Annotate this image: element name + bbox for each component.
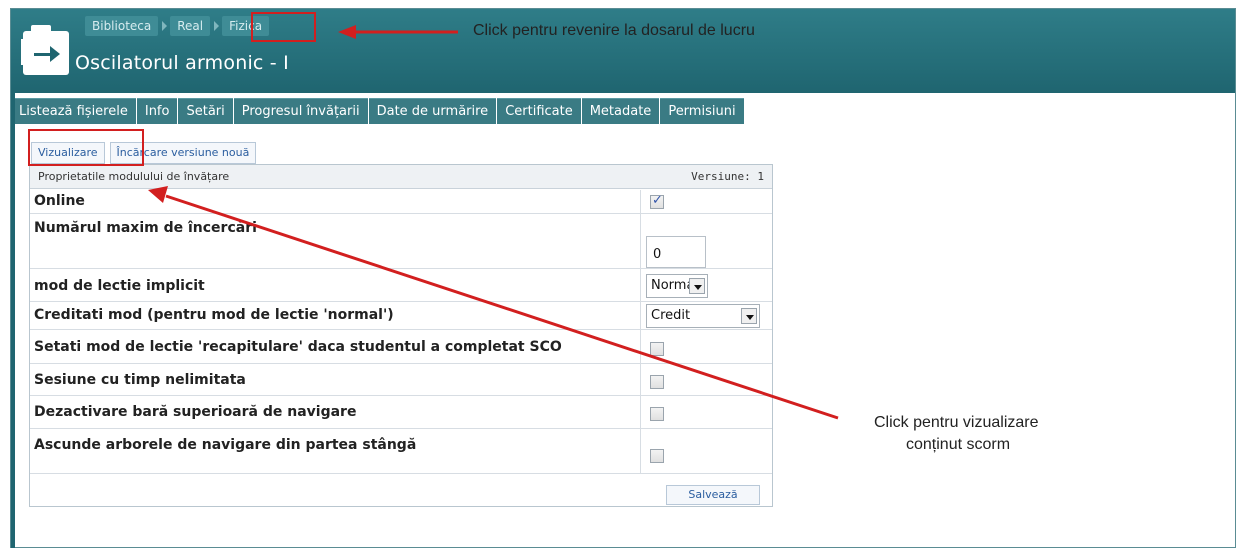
breadcrumb-item-biblioteca[interactable]: Biblioteca	[85, 16, 159, 36]
tab-permissions[interactable]: Permisiuni	[660, 98, 744, 124]
page-title: Oscilatorul armonic - I	[75, 52, 289, 74]
properties-panel: Proprietatile modulului de învățare Vers…	[29, 164, 773, 507]
row-divider	[640, 330, 641, 364]
row-label: Ascunde arborele de navigare din partea …	[34, 437, 417, 453]
row-default-lesson-mode: mod de lectie implicit Normal	[30, 269, 772, 302]
breadcrumb-highlight-box	[251, 12, 316, 42]
row-label: Sesiune cu timp nelimitata	[34, 372, 246, 388]
tab-settings[interactable]: Setări	[178, 98, 233, 124]
row-max-attempts: Numărul maxim de încercări 0	[30, 214, 772, 269]
tab-tracking-data[interactable]: Date de urmărire	[368, 98, 497, 124]
row-label: Dezactivare bară superioară de navigare	[34, 404, 357, 420]
panel-title: Proprietatile modulului de învățare	[38, 170, 230, 183]
breadcrumb-annotation: Click pentru revenire la dosarul de lucr…	[473, 22, 755, 39]
breadcrumb-item-real[interactable]: Real	[170, 16, 211, 36]
row-review-mode: Setati mod de lectie 'recapitulare' daca…	[30, 330, 772, 364]
hide-nav-tree-checkbox[interactable]	[650, 449, 664, 463]
row-disable-top-nav: Dezactivare bară superioară de navigare	[30, 396, 772, 429]
chevron-down-icon[interactable]	[689, 278, 705, 294]
breadcrumb-separator-icon	[158, 16, 170, 36]
max-attempts-input[interactable]: 0	[646, 236, 706, 268]
online-checkbox[interactable]	[650, 193, 664, 209]
folder-back-icon[interactable]	[21, 23, 71, 77]
panel-header: Proprietatile modulului de învățare Vers…	[30, 165, 772, 189]
row-online: Online	[30, 190, 772, 214]
breadcrumb-separator-icon	[210, 16, 222, 36]
credit-mode-value: Credit	[651, 308, 691, 323]
unlimited-session-checkbox[interactable]	[650, 375, 664, 389]
row-divider	[640, 396, 641, 429]
tab-info[interactable]: Info	[136, 98, 178, 124]
tab-metadata[interactable]: Metadate	[581, 98, 660, 124]
row-label: Creditati mod (pentru mod de lectie 'nor…	[34, 307, 394, 323]
tab-certificates[interactable]: Certificate	[497, 98, 581, 124]
breadcrumb: Biblioteca Real Fizica	[85, 15, 270, 37]
row-credit-mode: Creditati mod (pentru mod de lectie 'nor…	[30, 302, 772, 330]
row-label: Online	[34, 193, 85, 209]
review-mode-checkbox[interactable]	[650, 342, 664, 356]
row-divider	[640, 269, 641, 302]
row-hide-nav-tree: Ascunde arborele de navigare din partea …	[30, 429, 772, 474]
disable-top-nav-checkbox[interactable]	[650, 407, 664, 421]
row-divider	[640, 364, 641, 396]
row-label: mod de lectie implicit	[34, 278, 205, 294]
row-divider	[640, 429, 641, 474]
lms-window: Biblioteca Real Fizica Oscilatorul armon…	[10, 8, 1236, 548]
row-divider	[640, 302, 641, 330]
row-label: Numărul maxim de încercări	[34, 220, 257, 236]
view-annotation-line2: conținut scorm	[906, 436, 1011, 453]
row-unlimited-session: Sesiune cu timp nelimitata	[30, 364, 772, 396]
credit-mode-select[interactable]: Credit	[646, 304, 760, 328]
lesson-mode-select[interactable]: Normal	[646, 274, 708, 298]
left-edge-bar	[11, 93, 15, 548]
tab-learning-progress[interactable]: Progresul învățarii	[233, 98, 368, 124]
tab-list-files[interactable]: Listează fișierele	[11, 98, 136, 124]
row-divider	[640, 190, 641, 214]
version-label: Versiune: 1	[691, 170, 764, 183]
view-annotation-line1: Click pentru vizualizare	[874, 414, 1039, 431]
subtab-highlight-box	[28, 129, 144, 166]
main-tabs: Listează fișierele Info Setări Progresul…	[11, 98, 745, 124]
row-divider	[640, 214, 641, 269]
save-button[interactable]: Salvează	[666, 485, 760, 505]
chevron-down-icon[interactable]	[741, 308, 757, 324]
row-label: Setati mod de lectie 'recapitulare' daca…	[34, 339, 562, 355]
